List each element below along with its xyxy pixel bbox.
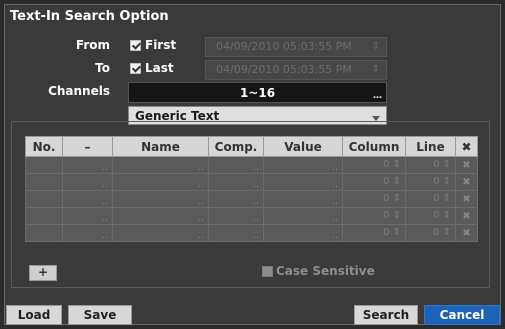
- col-header-comp: Comp.: [208, 136, 264, 157]
- cell-comp[interactable]: ‥: [208, 190, 264, 208]
- cancel-button[interactable]: Cancel: [424, 305, 500, 325]
- cell-line[interactable]: 0 ⇕: [405, 190, 456, 208]
- col-header-line: Line: [405, 136, 456, 157]
- cell-value[interactable]: ‥: [263, 224, 343, 242]
- to-label: To: [95, 61, 110, 75]
- cell-dash[interactable]: ‥: [62, 173, 113, 191]
- delete-x-icon[interactable]: ✖: [455, 224, 478, 242]
- to-datetime-value: 04/09/2010 05:03:55 PM: [216, 63, 352, 76]
- condition-table: No. – Name Comp. Value Column Line ✖ ‥ ‥…: [25, 136, 478, 242]
- save-button[interactable]: Save: [68, 305, 132, 325]
- dialog-title: Text-In Search Option: [10, 9, 169, 24]
- delete-x-icon[interactable]: ✖: [455, 207, 478, 225]
- col-header-name: Name: [112, 136, 209, 157]
- to-last-checkbox[interactable]: [130, 63, 141, 74]
- cell-name[interactable]: ‥: [112, 173, 209, 191]
- cell-column[interactable]: 0 ⇕: [342, 190, 406, 208]
- from-datetime-value: 04/09/2010 05:03:55 PM: [216, 40, 352, 53]
- cell-column[interactable]: 0 ⇕: [342, 224, 406, 242]
- cell-comp[interactable]: ‥: [208, 207, 264, 225]
- ellipsis-icon[interactable]: …: [373, 92, 382, 101]
- cell-name[interactable]: ‥: [112, 190, 209, 208]
- col-header-dash: –: [62, 136, 113, 157]
- table-row: ‥ ‥ ‥ ‥ 0 ⇕ 0 ⇕ ✖: [25, 207, 478, 225]
- spin-arrows-icon[interactable]: ⇕: [372, 38, 380, 56]
- cell-no: [25, 173, 63, 191]
- table-row: ‥ ‥ ‥ ‥ 0 ⇕ 0 ⇕ ✖: [25, 224, 478, 242]
- to-last-label: Last: [145, 61, 174, 75]
- case-sensitive-label: Case Sensitive: [276, 264, 375, 278]
- cell-no: [25, 224, 63, 242]
- load-button[interactable]: Load: [6, 305, 62, 325]
- cell-comp[interactable]: ‥: [208, 224, 264, 242]
- cell-name[interactable]: ‥: [112, 207, 209, 225]
- from-datetime-field[interactable]: 04/09/2010 05:03:55 PM ⇕: [205, 37, 387, 57]
- case-sensitive-checkbox[interactable]: [262, 266, 273, 277]
- spin-arrows-icon[interactable]: ⇕: [372, 61, 380, 79]
- col-header-column: Column: [342, 136, 406, 157]
- delete-x-icon[interactable]: ✖: [455, 173, 478, 191]
- cell-column[interactable]: 0 ⇕: [342, 156, 406, 174]
- search-button[interactable]: Search: [354, 305, 418, 325]
- cell-value[interactable]: ‥: [263, 190, 343, 208]
- cell-value[interactable]: ‥: [263, 156, 343, 174]
- cell-column[interactable]: 0 ⇕: [342, 173, 406, 191]
- delete-x-icon[interactable]: ✖: [455, 136, 478, 157]
- table-row: ‥ ‥ ‥ ‥ 0 ⇕ 0 ⇕ ✖: [25, 173, 478, 191]
- add-condition-button[interactable]: +: [29, 265, 57, 281]
- cell-line[interactable]: 0 ⇕: [405, 207, 456, 225]
- cell-dash[interactable]: ‥: [62, 156, 113, 174]
- channels-label: Channels: [48, 84, 110, 98]
- table-row: ‥ ‥ ‥ ‥ 0 ⇕ 0 ⇕ ✖: [25, 190, 478, 208]
- from-first-checkbox[interactable]: [130, 40, 141, 51]
- col-header-no: No.: [25, 136, 63, 157]
- to-datetime-field[interactable]: 04/09/2010 05:03:55 PM ⇕: [205, 60, 387, 80]
- table-row: ‥ ‥ ‥ ‥ 0 ⇕ 0 ⇕ ✖: [25, 156, 478, 174]
- delete-x-icon[interactable]: ✖: [455, 190, 478, 208]
- cell-dash[interactable]: ‥: [62, 190, 113, 208]
- cell-no: [25, 190, 63, 208]
- cell-no: [25, 207, 63, 225]
- channels-field[interactable]: 1~16 …: [128, 82, 387, 103]
- channels-value: 1~16: [239, 86, 276, 100]
- col-header-value: Value: [263, 136, 343, 157]
- cell-value[interactable]: ‥: [263, 173, 343, 191]
- cell-line[interactable]: 0 ⇕: [405, 173, 456, 191]
- cell-comp[interactable]: ‥: [208, 173, 264, 191]
- cell-line[interactable]: 0 ⇕: [405, 156, 456, 174]
- cell-dash[interactable]: ‥: [62, 207, 113, 225]
- table-header-row: No. – Name Comp. Value Column Line ✖: [25, 136, 478, 157]
- cell-no: [25, 156, 63, 174]
- cell-dash[interactable]: ‥: [62, 224, 113, 242]
- from-first-label: First: [145, 38, 177, 52]
- cell-line[interactable]: 0 ⇕: [405, 224, 456, 242]
- cell-comp[interactable]: ‥: [208, 156, 264, 174]
- cell-name[interactable]: ‥: [112, 224, 209, 242]
- from-label: From: [75, 38, 110, 52]
- delete-x-icon[interactable]: ✖: [455, 156, 478, 174]
- cell-name[interactable]: ‥: [112, 156, 209, 174]
- cell-column[interactable]: 0 ⇕: [342, 207, 406, 225]
- cell-value[interactable]: ‥: [263, 207, 343, 225]
